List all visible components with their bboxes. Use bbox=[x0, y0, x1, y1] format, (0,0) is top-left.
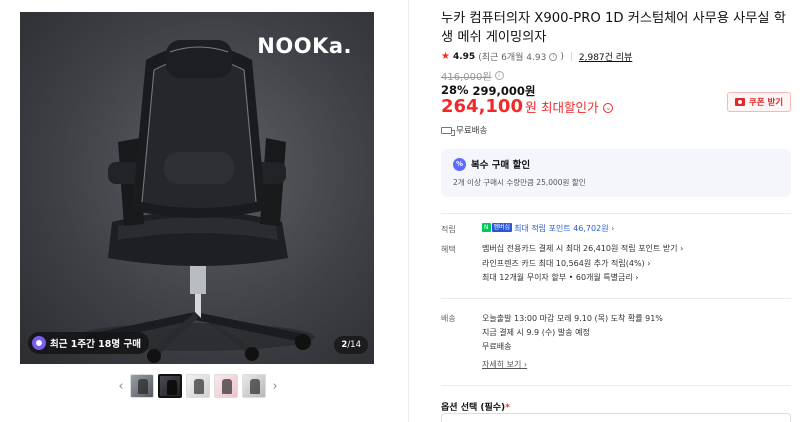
thumbnail-strip: ‹ › bbox=[116, 374, 280, 398]
multi-purchase-discount-box: % 복수 구매 할인 2개 이상 구매시 수량만큼 25,000원 할인 bbox=[441, 149, 791, 197]
original-price-row: 416,000원 i bbox=[441, 68, 504, 83]
info-icon[interactable]: i bbox=[549, 52, 558, 61]
coupon-label: 쿠폰 받기 bbox=[748, 98, 784, 108]
membership-badge: 멤버십 bbox=[491, 223, 513, 232]
required-mark: * bbox=[505, 403, 510, 413]
multi-purchase-title-row: % 복수 구매 할인 bbox=[453, 157, 779, 171]
purchase-icon bbox=[32, 336, 46, 350]
final-price-row: 264,100 원 최대할인가 ⌄ bbox=[441, 96, 614, 117]
column-divider bbox=[408, 0, 409, 422]
rating-score: 4.95 bbox=[452, 51, 476, 62]
multi-purchase-description: 2개 이상 구매시 수량만큼 25,000원 할인 bbox=[453, 178, 586, 187]
product-main-image[interactable]: NOOKa. 최근 1주간 18명 구매 2/14 bbox=[20, 12, 374, 364]
multi-purchase-title: 복수 구매 할인 bbox=[471, 160, 531, 171]
info-icon[interactable]: i bbox=[494, 71, 504, 80]
thumbnail-2[interactable] bbox=[158, 374, 182, 398]
benefit-item-3[interactable]: 최대 12개월 무이자 할부 • 60개월 특별금리 › bbox=[482, 272, 638, 283]
thumbnail-3[interactable] bbox=[186, 374, 210, 398]
divider bbox=[441, 385, 791, 386]
final-price-label: 최대할인가 bbox=[540, 100, 599, 115]
chevron-left-icon[interactable]: ‹ bbox=[116, 379, 126, 394]
benefit-item-2[interactable]: 라인프렌즈 카드 최대 10,564원 추가 적립(4%) › bbox=[482, 258, 650, 269]
truck-icon bbox=[441, 126, 455, 136]
percent-icon: % bbox=[453, 157, 466, 171]
delivery-label: 배송 bbox=[441, 314, 456, 323]
page-total: /14 bbox=[347, 340, 361, 350]
review-count-link[interactable]: 2,987건 리뷰 bbox=[579, 50, 632, 63]
option-label-text: 옵션 선택 (필수) bbox=[441, 403, 506, 413]
coupon-button[interactable]: 쿠폰 받기 bbox=[727, 92, 791, 112]
thumbnail-5[interactable] bbox=[242, 374, 266, 398]
recent-purchase-text: 최근 1주간 18명 구매 bbox=[50, 339, 141, 350]
original-price: 416,000원 bbox=[441, 72, 492, 83]
separator: | bbox=[569, 51, 573, 62]
naver-membership-badge: N 멤버십 bbox=[482, 223, 513, 232]
final-price: 264,100 bbox=[441, 96, 523, 117]
chevron-right-icon[interactable]: › bbox=[270, 379, 280, 394]
points-row[interactable]: N 멤버십 최대 적립 포인트 46,702원 › bbox=[482, 223, 614, 234]
delivery-line-1: 오늘출발 13:00 마감 모레 9.10 (목) 도착 확률 91% bbox=[482, 314, 663, 323]
brand-logo: NOOKa. bbox=[257, 34, 352, 58]
recent-purchase-badge: 최근 1주간 18명 구매 bbox=[28, 332, 149, 354]
option-select-label: 옵션 선택 (필수)* bbox=[441, 400, 510, 413]
benefits-label: 혜택 bbox=[441, 245, 456, 254]
rating-row: ★ 4.95 (최근 6개월 4.93 i) | 2,987건 리뷰 bbox=[441, 50, 632, 63]
office-chair-image bbox=[75, 40, 315, 363]
image-page-indicator: 2/14 bbox=[334, 336, 368, 354]
points-label: 적립 bbox=[441, 225, 456, 234]
option-select[interactable] bbox=[441, 413, 791, 422]
divider bbox=[441, 213, 791, 214]
rating-recent: (최근 6개월 4.93 bbox=[478, 53, 547, 63]
delivery-line-2: 지금 결제 시 9.9 (수) 발송 예정 bbox=[482, 328, 590, 337]
chevron-down-icon[interactable]: ⌄ bbox=[603, 103, 614, 113]
shipping-text: 무료배송 bbox=[456, 126, 488, 136]
thumbnail-1[interactable] bbox=[130, 374, 154, 398]
divider bbox=[441, 298, 791, 299]
final-price-unit: 원 bbox=[524, 101, 537, 116]
delivery-line-3: 무료배송 bbox=[482, 342, 512, 351]
benefit-item-1[interactable]: 멤버십 전용카드 결제 시 최대 26,410원 적립 포인트 받기 › bbox=[482, 243, 683, 254]
shipping-row: 무료배송 bbox=[441, 124, 487, 136]
thumbnail-4[interactable] bbox=[214, 374, 238, 398]
naver-badge: N bbox=[482, 223, 491, 232]
star-icon: ★ bbox=[441, 51, 450, 62]
max-points-link[interactable]: 최대 적립 포인트 46,702원 › bbox=[514, 224, 614, 233]
delivery-detail-link[interactable]: 자세히 보기 › bbox=[482, 359, 527, 370]
rating-recent-close: ) bbox=[560, 51, 564, 62]
product-title: 누카 컴퓨터의자 X900-PRO 1D 커스텀체어 사무용 사무실 학생 메쉬… bbox=[441, 11, 786, 45]
coupon-icon bbox=[734, 98, 745, 106]
